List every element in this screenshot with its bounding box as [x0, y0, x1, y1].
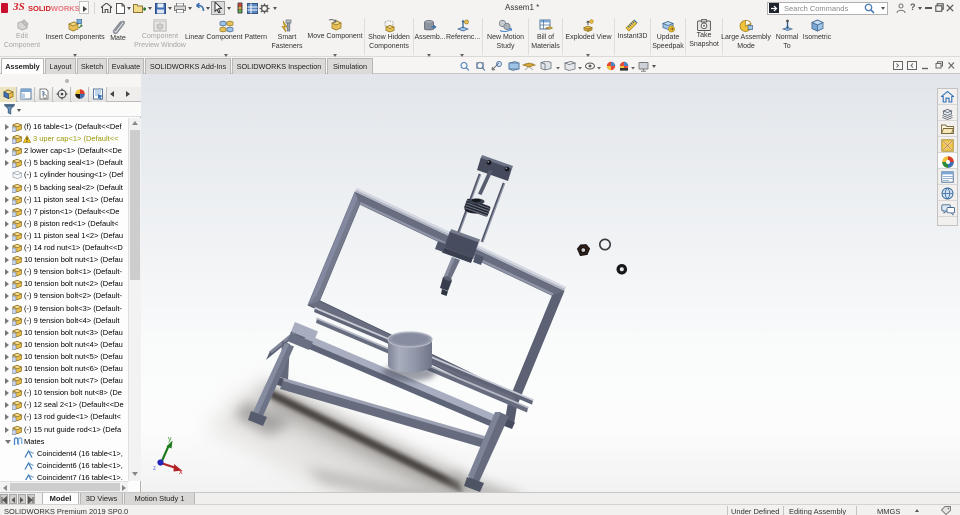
svg-text:y: y	[168, 436, 172, 443]
svg-text:z: z	[153, 466, 156, 472]
svg-text:x: x	[179, 469, 183, 476]
